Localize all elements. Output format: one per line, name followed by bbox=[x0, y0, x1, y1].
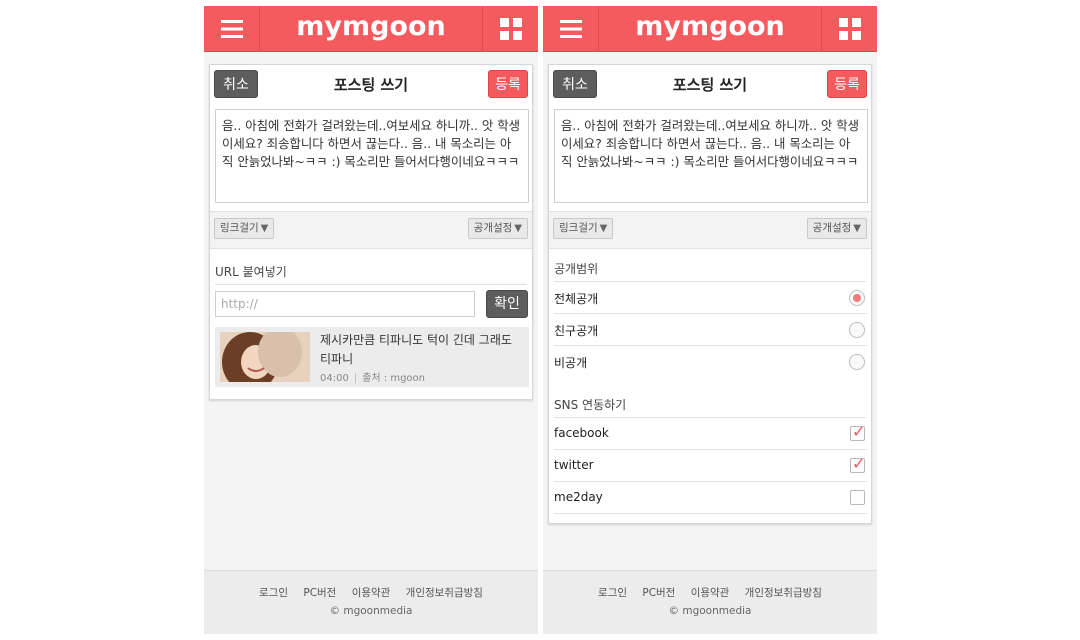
preview-title: 제시카만큼 티파니도 턱이 긴데 그래도 티파니 bbox=[320, 333, 512, 366]
public-settings-label: 공개설정 bbox=[473, 222, 513, 234]
radio-selected-icon[interactable] bbox=[849, 290, 865, 306]
brand-logo[interactable]: mymgoon bbox=[260, 6, 482, 52]
checkbox-icon[interactable] bbox=[850, 490, 865, 505]
footer-link-login[interactable]: 로그인 bbox=[259, 587, 288, 599]
card-header: 취소 포스팅 쓰기 등록 bbox=[210, 65, 532, 105]
footer-link-pc[interactable]: PC버전 bbox=[642, 587, 675, 599]
footer-link-privacy[interactable]: 개인정보취급방침 bbox=[406, 587, 483, 599]
register-button[interactable]: 등록 bbox=[827, 70, 867, 98]
sns-option-label: me2day bbox=[554, 490, 603, 504]
triangle-down-icon: ▼ bbox=[853, 223, 861, 234]
radio-icon[interactable] bbox=[849, 322, 865, 338]
checkbox-checked-icon[interactable]: ✓ bbox=[850, 454, 865, 473]
scope-option-friends[interactable]: 친구공개 bbox=[554, 314, 867, 346]
option-bar: 링크걸기 ▼ 공개설정 ▼ bbox=[549, 211, 871, 249]
divider bbox=[215, 284, 527, 285]
scope-section-label: 공개범위 bbox=[554, 262, 599, 276]
hamburger-icon bbox=[220, 20, 243, 38]
confirm-button[interactable]: 확인 bbox=[486, 290, 528, 318]
post-body-textarea[interactable]: 음.. 아침에 전화가 걸려왔는데..여보세요 하니까.. 앗 학생이세요? 죄… bbox=[554, 109, 868, 203]
page-title: 포스팅 쓰기 bbox=[672, 76, 748, 94]
screen-link-attach: mymgoon 취소 포스팅 쓰기 등록 음.. 아침에 전화가 걸려왔는데..… bbox=[204, 6, 538, 634]
footer: 로그인 PC버전 이용약관 개인정보취급방침 © mgoonmedia bbox=[204, 570, 538, 634]
menu-button[interactable] bbox=[204, 6, 260, 52]
top-bar: mymgoon bbox=[543, 6, 877, 52]
footer-links: 로그인 PC버전 이용약관 개인정보취급방침 bbox=[543, 585, 877, 600]
top-bar: mymgoon bbox=[204, 6, 538, 52]
footer-links: 로그인 PC버전 이용약관 개인정보취급방침 bbox=[204, 585, 538, 600]
card-header: 취소 포스팅 쓰기 등록 bbox=[549, 65, 871, 105]
footer: 로그인 PC버전 이용약관 개인정보취급방침 © mgoonmedia bbox=[543, 570, 877, 634]
option-bar: 링크걸기 ▼ 공개설정 ▼ bbox=[210, 211, 532, 249]
public-settings-button[interactable]: 공개설정 ▼ bbox=[806, 218, 867, 239]
triangle-down-icon: ▼ bbox=[514, 223, 522, 234]
footer-link-pc[interactable]: PC버전 bbox=[303, 587, 336, 599]
scope-option-label: 비공개 bbox=[554, 356, 588, 370]
post-body-textarea[interactable]: 음.. 아침에 전화가 걸려왔는데..여보세요 하니까.. 앗 학생이세요? 죄… bbox=[215, 109, 529, 203]
link-toggle-label: 링크걸기 bbox=[559, 222, 598, 234]
link-preview[interactable]: 제시카만큼 티파니도 턱이 긴데 그래도 티파니 04:00 | 출처 : mgoo… bbox=[215, 327, 529, 387]
checkbox-checked-icon[interactable]: ✓ bbox=[850, 422, 865, 441]
footer-link-privacy[interactable]: 개인정보취급방침 bbox=[745, 587, 822, 599]
preview-meta: 04:00 | 출처 : mgoon bbox=[320, 373, 425, 384]
menu-button[interactable] bbox=[543, 6, 599, 52]
copyright: © mgoonmedia bbox=[329, 605, 413, 617]
link-toggle-label: 링크걸기 bbox=[220, 222, 259, 234]
post-card: 취소 포스팅 쓰기 등록 음.. 아침에 전화가 걸려왔는데..여보세요 하니까… bbox=[548, 64, 872, 524]
screen-public-settings: mymgoon 취소 포스팅 쓰기 등록 음.. 아침에 전화가 걸려왔는데..… bbox=[543, 6, 877, 634]
grid-icon bbox=[838, 18, 861, 40]
grid-menu-button[interactable] bbox=[821, 6, 877, 52]
hamburger-icon bbox=[559, 20, 582, 38]
brand-logo[interactable]: mymgoon bbox=[599, 6, 821, 52]
link-toggle-button[interactable]: 링크걸기 ▼ bbox=[553, 218, 614, 239]
public-settings-button[interactable]: 공개설정 ▼ bbox=[467, 218, 528, 239]
preview-thumbnail bbox=[220, 332, 310, 382]
triangle-down-icon: ▼ bbox=[260, 223, 269, 234]
radio-icon[interactable] bbox=[849, 354, 865, 370]
page-title: 포스팅 쓰기 bbox=[333, 76, 409, 94]
sns-section-label: SNS 연동하기 bbox=[554, 398, 627, 412]
link-toggle-button[interactable]: 링크걸기 ▼ bbox=[214, 218, 275, 239]
footer-link-login[interactable]: 로그인 bbox=[598, 587, 627, 599]
scope-option-private[interactable]: 비공개 bbox=[554, 346, 867, 378]
scope-option-label: 친구공개 bbox=[554, 324, 599, 338]
url-section-label: URL 붙여넣기 bbox=[215, 265, 287, 279]
url-input[interactable]: http:// bbox=[215, 291, 475, 317]
preview-source: 출처 : mgoon bbox=[362, 373, 425, 384]
grid-menu-button[interactable] bbox=[482, 6, 538, 52]
sns-option-twitter[interactable]: twitter ✓ bbox=[554, 450, 867, 482]
post-card: 취소 포스팅 쓰기 등록 음.. 아침에 전화가 걸려왔는데..여보세요 하니까… bbox=[209, 64, 533, 400]
sns-option-facebook[interactable]: facebook ✓ bbox=[554, 418, 867, 450]
public-settings-label: 공개설정 bbox=[812, 222, 852, 234]
triangle-down-icon: ▼ bbox=[599, 223, 608, 234]
register-button[interactable]: 등록 bbox=[488, 70, 528, 98]
grid-icon bbox=[499, 18, 522, 40]
scope-option-label: 전체공개 bbox=[554, 292, 599, 306]
scope-option-all[interactable]: 전체공개 bbox=[554, 282, 867, 314]
sns-option-label: facebook bbox=[554, 426, 609, 440]
footer-link-terms[interactable]: 이용약관 bbox=[352, 587, 391, 599]
sns-option-me2day[interactable]: me2day bbox=[554, 482, 867, 514]
copyright: © mgoonmedia bbox=[668, 605, 752, 617]
preview-duration: 04:00 bbox=[320, 373, 349, 384]
footer-link-terms[interactable]: 이용약관 bbox=[691, 587, 730, 599]
sns-option-label: twitter bbox=[554, 458, 594, 472]
